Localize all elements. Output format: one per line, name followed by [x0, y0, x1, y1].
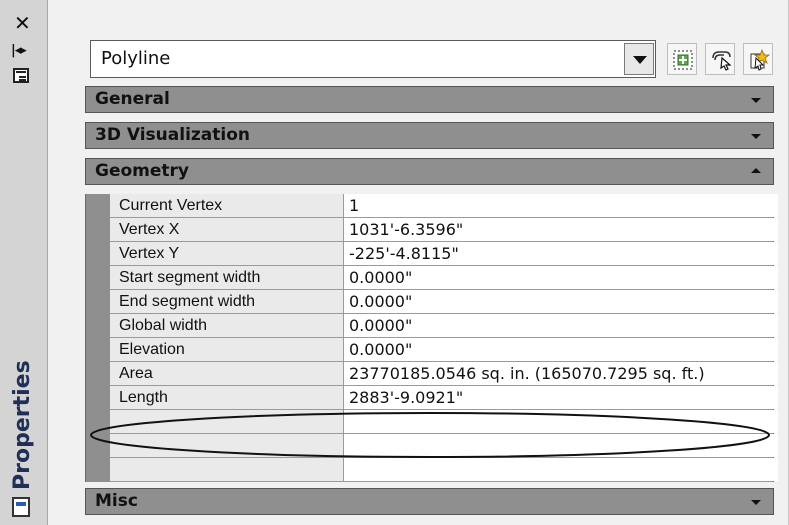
property-label: Elevation [110, 338, 344, 361]
property-row-vertex-x[interactable]: Vertex X 1031'-6.3596" [110, 218, 778, 242]
property-row-empty [110, 434, 778, 458]
property-label: Length [110, 386, 344, 409]
toggle-pickadd-icon [673, 50, 693, 70]
property-label: Current Vertex [110, 194, 344, 217]
property-label [110, 434, 344, 457]
property-value[interactable]: 0.0000" [344, 266, 778, 289]
section-misc[interactable]: Misc [85, 488, 774, 515]
property-row-elevation[interactable]: Elevation 0.0000" [110, 338, 778, 362]
chevron-up-icon [751, 168, 761, 173]
property-row-current-vertex[interactable]: Current Vertex 1 [110, 194, 778, 218]
property-label [110, 410, 344, 433]
dropdown-arrow-icon[interactable] [624, 43, 654, 75]
palette-sidebar: ✕ |◂▸ Properties [0, 0, 48, 525]
property-value[interactable]: -225'-4.8115" [344, 242, 778, 265]
property-row-start-segment-width[interactable]: Start segment width 0.0000" [110, 266, 778, 290]
property-row-empty [110, 458, 778, 482]
close-icon[interactable]: ✕ [14, 13, 31, 33]
section-misc-label: Misc [95, 491, 138, 511]
auto-hide-icon[interactable]: |◂▸ [11, 43, 27, 58]
object-type-select[interactable]: Polyline [90, 40, 656, 78]
section-3d-visualization[interactable]: 3D Visualization [85, 122, 774, 149]
property-value [344, 410, 778, 433]
section-general-label: General [95, 89, 170, 109]
quick-select-icon [750, 49, 771, 71]
properties-menu-icon[interactable] [13, 68, 29, 83]
property-row-end-segment-width[interactable]: End segment width 0.0000" [110, 290, 778, 314]
property-value: 2883'-9.0921" [344, 386, 778, 409]
toggle-pickadd-button[interactable] [667, 43, 697, 75]
chevron-down-icon [751, 500, 761, 505]
property-value[interactable]: 0.0000" [344, 338, 778, 361]
property-row-length[interactable]: Length 2883'-9.0921" [110, 386, 778, 410]
palette-icon[interactable] [12, 497, 30, 517]
property-row-global-width[interactable]: Global width 0.0000" [110, 314, 778, 338]
property-row-empty [110, 410, 778, 434]
property-value[interactable]: 1031'-6.3596" [344, 218, 778, 241]
chevron-down-icon [751, 98, 761, 103]
property-label: Start segment width [110, 266, 344, 289]
section-general[interactable]: General [85, 86, 774, 113]
properties-palette: ✕ |◂▸ Properties Polyline General 3D Vis… [0, 0, 789, 525]
property-label [110, 458, 344, 481]
section-geometry-label: Geometry [95, 161, 189, 181]
property-label: Global width [110, 314, 344, 337]
geometry-properties-table: Current Vertex 1 Vertex X 1031'-6.3596" … [85, 194, 778, 482]
property-value [344, 458, 778, 481]
section-3d-visualization-label: 3D Visualization [95, 125, 250, 145]
property-row-area[interactable]: Area 23770185.0546 sq. in. (165070.7295 … [110, 362, 778, 386]
property-value[interactable]: 0.0000" [344, 290, 778, 313]
palette-title: Properties [10, 360, 35, 490]
property-value: 23770185.0546 sq. in. (165070.7295 sq. f… [344, 362, 778, 385]
section-geometry[interactable]: Geometry [85, 158, 774, 185]
select-objects-button[interactable] [705, 43, 735, 75]
property-label: End segment width [110, 290, 344, 313]
property-row-vertex-y[interactable]: Vertex Y -225'-4.8115" [110, 242, 778, 266]
property-label: Vertex Y [110, 242, 344, 265]
property-label: Area [110, 362, 344, 385]
property-value[interactable]: 0.0000" [344, 314, 778, 337]
chevron-down-icon [751, 134, 761, 139]
quick-select-button[interactable] [743, 43, 773, 75]
select-objects-icon [712, 51, 732, 71]
property-label: Vertex X [110, 218, 344, 241]
property-value[interactable]: 1 [344, 194, 778, 217]
property-value [344, 434, 778, 457]
